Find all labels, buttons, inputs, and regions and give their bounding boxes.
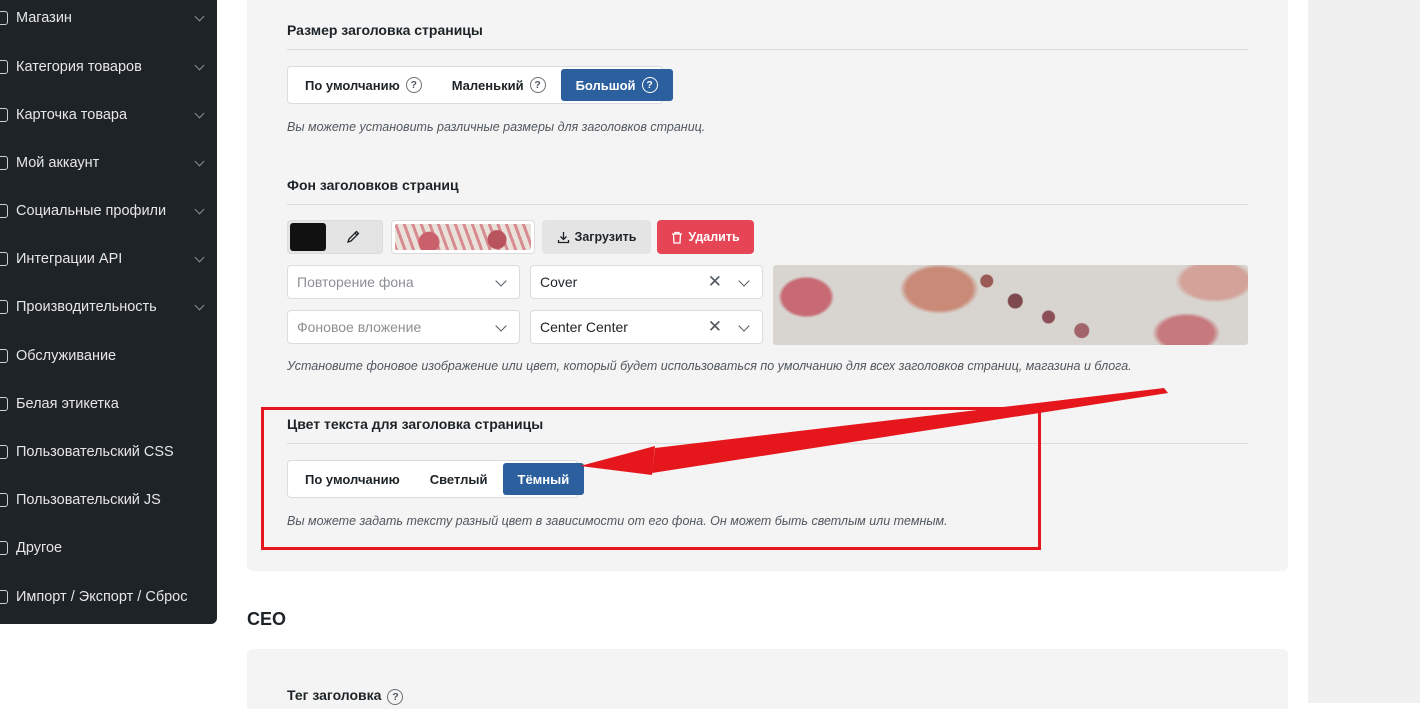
tag-title-heading: Тег заголовка? (287, 687, 404, 705)
annotation-arrow (580, 388, 1168, 475)
seo-section-title: СЕО (247, 609, 287, 629)
tag-title-label: Тег заголовка (287, 687, 382, 703)
